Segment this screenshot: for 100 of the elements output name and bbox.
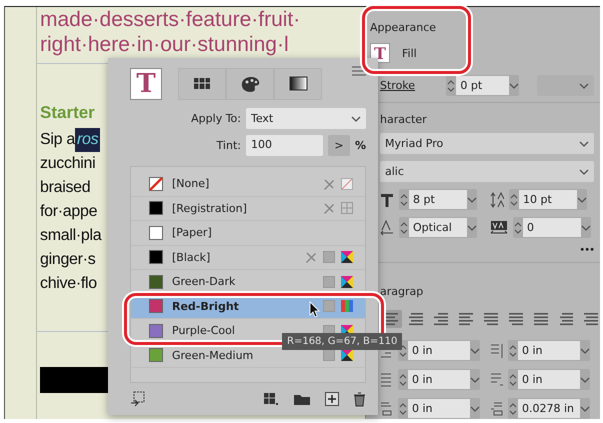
section-title: Appearance <box>370 21 438 34</box>
stepper-icon <box>398 400 408 416</box>
body-text: zucchini <box>40 154 96 174</box>
indent-icon <box>380 401 393 416</box>
process-color-icon <box>323 300 335 312</box>
leading-field[interactable]: 10 pt <box>509 189 587 210</box>
indent-icon <box>380 372 393 387</box>
rgb-icon <box>341 300 353 312</box>
caret-icon <box>577 196 587 202</box>
stroke-weight-field[interactable]: 0 pt <box>446 75 520 96</box>
tint-field[interactable]: 100 <box>246 135 323 156</box>
new-color-group-icon <box>263 392 279 406</box>
caret-icon <box>581 224 591 230</box>
swatch-row[interactable]: [Registration] <box>131 196 365 221</box>
import-swatches-icon <box>130 391 146 407</box>
tracking-field[interactable]: 0 <box>513 217 591 238</box>
body-text: Sip a <box>40 130 75 150</box>
font-family-dropdown[interactable]: Myriad Pro <box>380 133 594 154</box>
stepper-icon <box>398 342 408 358</box>
font-style-dropdown[interactable]: alic <box>380 161 594 182</box>
process-color-icon <box>323 349 335 362</box>
caret-icon <box>351 116 361 122</box>
first-line-indent-field[interactable]: 0 in <box>398 369 480 390</box>
indent-icon <box>490 401 503 416</box>
font-size-icon <box>380 192 394 208</box>
body-text: for·appe <box>40 202 98 222</box>
non-editable-icon <box>323 202 335 214</box>
new-swatch-icon <box>325 392 339 406</box>
font-size-field[interactable]: 8 pt <box>399 189 477 210</box>
menu-icon[interactable] <box>352 66 366 76</box>
caret-icon <box>470 348 480 354</box>
body-text: small·pla <box>40 226 102 246</box>
caret-icon <box>509 82 520 88</box>
caret-icon <box>579 82 589 88</box>
stepper-icon <box>399 192 409 208</box>
section-title: haracter <box>380 113 428 126</box>
process-color-icon <box>323 276 335 288</box>
tooltip: R=168, G=67, B=110 <box>282 333 402 350</box>
caret-icon <box>579 168 589 174</box>
heading-text: Starter <box>40 102 95 124</box>
kerning-icon <box>380 220 394 236</box>
field-label: Tint: <box>216 139 241 152</box>
last-line-indent-field[interactable]: 0 in <box>508 369 590 390</box>
grid-icon <box>192 76 212 92</box>
stepper-icon <box>399 220 409 236</box>
kerning-field[interactable]: Optical <box>399 217 477 238</box>
swatch-row[interactable]: [None] <box>131 172 365 196</box>
non-editable-icon <box>323 178 335 190</box>
stepper-icon <box>508 372 518 388</box>
apply-to-dropdown[interactable]: Text <box>246 108 366 129</box>
palette-icon <box>240 76 260 92</box>
gradient-icon <box>288 76 308 92</box>
space-after-field[interactable]: 0.0278 in <box>508 398 590 419</box>
body-text: made·desserts·feature·fruit· <box>40 7 300 32</box>
right-indent-field[interactable]: 0 in <box>508 340 590 361</box>
cmyk-icon <box>341 276 353 288</box>
body-text: ginger·s <box>40 250 96 270</box>
caret-icon <box>467 224 477 230</box>
leading-icon <box>490 192 504 208</box>
space-before-field[interactable]: 0 in <box>398 398 480 419</box>
caret-icon <box>470 406 480 412</box>
color-tab[interactable] <box>226 68 274 100</box>
indent-icon <box>490 372 503 387</box>
caret-icon <box>470 376 480 382</box>
swatches-tab[interactable] <box>178 68 226 100</box>
color-mode-icon <box>341 178 353 190</box>
stepper-icon <box>446 78 456 94</box>
caret-icon <box>467 196 477 202</box>
text-fill-tab[interactable]: T <box>130 68 162 100</box>
stepper-icon <box>509 192 519 208</box>
indent-icon <box>490 343 503 358</box>
swatch-row[interactable]: [Black] <box>131 246 365 270</box>
folder-icon <box>293 392 311 406</box>
cmyk-icon <box>341 349 353 362</box>
caret-icon <box>579 140 589 146</box>
selected-text: ros <box>74 128 100 152</box>
stroke-link[interactable]: Stroke <box>380 79 438 92</box>
cmyk-icon <box>341 251 353 264</box>
stepper-icon <box>398 372 408 388</box>
more-options-button[interactable]: ••• <box>579 245 594 256</box>
swatch-row[interactable]: [Paper] <box>131 221 365 246</box>
cursor-icon <box>309 301 321 318</box>
trash-icon <box>353 392 366 406</box>
caret-icon <box>580 376 590 382</box>
caret-icon <box>580 348 590 354</box>
gradient-tab[interactable] <box>274 68 322 100</box>
body-text: right·here·in·our·stunning·l <box>40 32 289 57</box>
swatch-row[interactable]: Green-Dark <box>131 270 365 294</box>
stepper-icon <box>508 342 518 358</box>
registration-icon <box>341 202 353 214</box>
fill-label[interactable]: Fill <box>402 46 417 60</box>
field-label: Apply To: <box>191 112 241 125</box>
caret-icon <box>580 406 590 412</box>
unit-label: % <box>354 139 366 152</box>
fill-swatch[interactable]: T <box>370 43 390 63</box>
body-text: chive·flo <box>40 274 97 294</box>
process-color-icon <box>323 251 335 264</box>
tint-slider-button[interactable]: > <box>328 135 350 156</box>
left-indent-field[interactable]: 0 in <box>398 340 480 361</box>
tracking-icon <box>490 220 508 236</box>
